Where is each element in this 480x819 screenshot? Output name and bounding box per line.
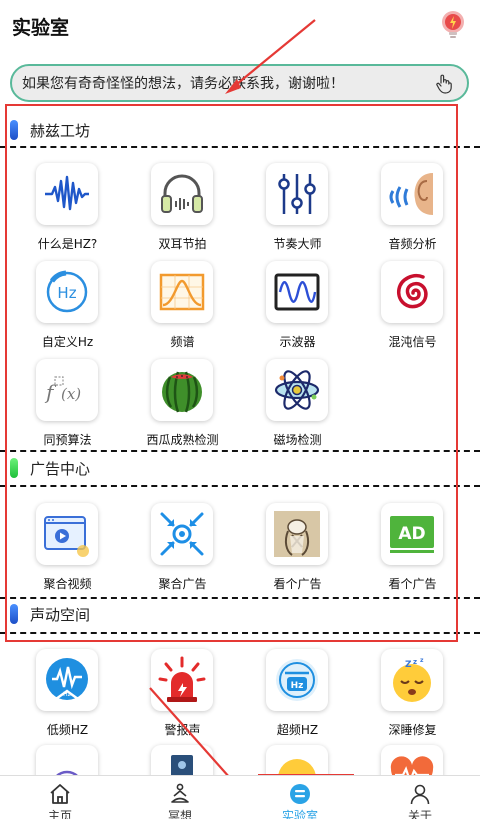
svg-text:Z: Z [405, 660, 412, 670]
nav-label: 主页 [47, 809, 72, 819]
tile-label: 低频HZ [46, 723, 89, 737]
section-title: 声动空间 [30, 605, 91, 624]
section-header-sound-space: 声动空间 [10, 601, 90, 627]
nav-label: 冥想 [167, 809, 192, 819]
tile-what-is-hz[interactable]: 什么是HZ? [10, 163, 125, 259]
dashed-divider [0, 450, 480, 452]
tile-label: 节奏大师 [273, 237, 322, 251]
notice-banner[interactable]: 如果您有奇奇怪怪的想法，请务必联系我，谢谢啦！ [10, 64, 469, 102]
tile-label: 超频HZ [276, 723, 319, 737]
tile-chaos-signal[interactable]: 混沌信号 [355, 261, 470, 357]
tile-label: 双耳节拍 [158, 237, 207, 251]
tile-oscilloscope[interactable]: 示波器 [240, 261, 355, 357]
tile-label: 音频分析 [388, 237, 437, 251]
tile-label: 深睡修复 [388, 723, 437, 737]
nav-label: 实验室 [281, 809, 318, 819]
lab-icon [290, 784, 310, 804]
ear-sound-icon [381, 163, 443, 225]
tile-ultra-frequency[interactable]: Hz 超频HZ [240, 649, 355, 745]
tile-label: 看个广告 [273, 577, 322, 591]
lightbulb-icon[interactable] [440, 10, 466, 40]
user-icon [410, 784, 430, 805]
section-title: 广告中心 [30, 459, 91, 478]
tile-watch-ad-1[interactable]: 看个广告 [240, 503, 355, 599]
hz-circle-icon: Hz [36, 261, 98, 323]
svg-text:z: z [420, 657, 424, 664]
tile-deep-sleep[interactable]: Z z z 深睡修复 [355, 649, 470, 745]
tile-label: 示波器 [279, 335, 316, 349]
tile-spectrum[interactable]: 频谱 [125, 261, 240, 357]
nav-meditation[interactable]: 冥想 [120, 776, 240, 819]
notice-text: 如果您有奇奇怪怪的想法，请务必联系我，谢谢啦！ [22, 76, 344, 92]
video-window-icon [36, 503, 98, 565]
low-frequency-icon: Hz [36, 649, 98, 711]
section-header-ad-center: 广告中心 [10, 455, 90, 481]
meditation-icon [171, 783, 189, 803]
tile-low-frequency[interactable]: Hz 低频HZ [10, 649, 125, 745]
tile-custom-hz[interactable]: Hz 自定义Hz [10, 261, 125, 357]
tile-watermelon-ripeness[interactable]: 西瓜成熟检测 [125, 359, 240, 455]
spectrum-icon [151, 261, 213, 323]
waveform-icon [36, 163, 98, 225]
tile-label: 看个广告 [388, 577, 437, 591]
svg-text:Hz: Hz [291, 681, 304, 691]
sleepy-face-icon: Z z z [381, 649, 443, 711]
section-header-hezi: 赫兹工坊 [10, 117, 90, 143]
svg-text:Hz: Hz [63, 691, 71, 698]
nav-about[interactable]: 关于 [360, 776, 480, 819]
section-marker [10, 120, 18, 140]
section-marker [10, 604, 18, 624]
nav-label: 关于 [407, 809, 432, 819]
tile-audio-analysis[interactable]: 音频分析 [355, 163, 470, 259]
dashed-divider [0, 485, 480, 487]
tile-alarm-sound[interactable]: 警报声 [125, 649, 240, 745]
headphones-icon [151, 163, 213, 225]
tile-magnetic-detection[interactable]: 磁场检测 [240, 359, 355, 455]
svg-text:(x): (x) [61, 385, 81, 403]
function-icon: f (x) [36, 359, 98, 421]
tile-label: 磁场检测 [273, 433, 322, 447]
tile-label: 频谱 [170, 335, 195, 349]
tile-binaural-beats[interactable]: 双耳节拍 [125, 163, 240, 259]
tile-watch-ad-2[interactable]: AD 看个广告 [355, 503, 470, 599]
svg-text:Hz: Hz [57, 284, 76, 302]
spiral-icon [381, 261, 443, 323]
section-marker [10, 458, 18, 478]
tile-label: 自定义Hz [41, 335, 94, 349]
svg-text:AD: AD [398, 524, 425, 544]
tile-label: 什么是HZ? [37, 237, 98, 251]
tile-aggregate-video[interactable]: 聚合视频 [10, 503, 125, 599]
ad-board-icon: AD [381, 503, 443, 565]
high-frequency-icon: Hz [266, 649, 328, 711]
tile-label: 聚合视频 [43, 577, 92, 591]
tile-label: 同预算法 [43, 433, 92, 447]
target-arrows-icon [151, 503, 213, 565]
top-bar: 实验室 [0, 0, 480, 52]
nav-home[interactable]: 主页 [0, 776, 120, 819]
hand-pointer-icon [436, 74, 452, 94]
home-icon [50, 784, 70, 804]
figure-image-icon [266, 503, 328, 565]
nav-lab[interactable]: 实验室 [240, 776, 360, 819]
alarm-siren-icon [151, 649, 213, 711]
tile-aggregate-ads[interactable]: 聚合广告 [125, 503, 240, 599]
tile-label: 聚合广告 [158, 577, 207, 591]
tile-label: 西瓜成熟检测 [146, 433, 219, 447]
watermelon-icon [151, 359, 213, 421]
lab-screen: 实验室 如果您有奇奇怪怪的想法，请务必联系我，谢谢啦！ 赫兹工坊 什么是HZ? [0, 0, 480, 819]
sliders-icon [266, 163, 328, 225]
svg-text:z: z [413, 658, 417, 666]
tile-label: 混沌信号 [388, 335, 437, 349]
dashed-divider [0, 146, 480, 148]
section-title: 赫兹工坊 [30, 121, 91, 140]
page-title: 实验室 [12, 16, 70, 39]
tile-label: 警报声 [164, 723, 201, 737]
oscilloscope-icon [266, 261, 328, 323]
dashed-divider [0, 597, 480, 599]
tile-rhythm-master[interactable]: 节奏大师 [240, 163, 355, 259]
atom-icon [266, 359, 328, 421]
bottom-nav: 主页 冥想 实验室 关于 [0, 775, 480, 819]
tile-sync-algorithm[interactable]: f (x) 同预算法 [10, 359, 125, 455]
dashed-divider [0, 632, 480, 634]
